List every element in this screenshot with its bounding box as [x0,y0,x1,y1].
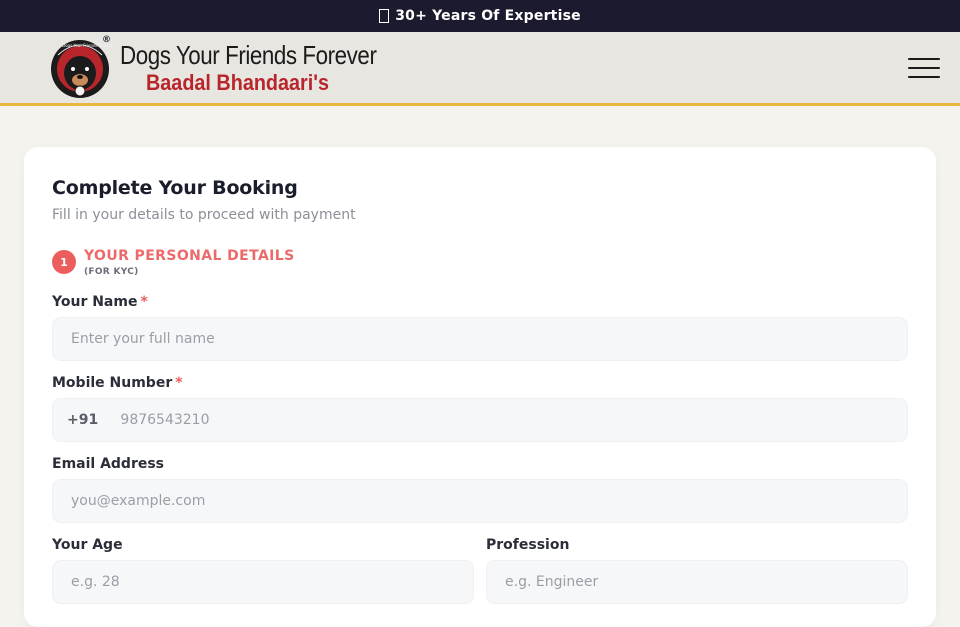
site-header: ® Dogs Your Friends Forever Dogs Your Fr… [0,32,960,106]
mobile-input-wrapper: +91 [52,398,908,442]
name-input[interactable] [52,317,908,361]
age-label: Your Age [52,537,123,553]
step-number-badge: 1 [52,250,76,274]
email-field-group: Email Address [52,456,908,523]
email-input[interactable] [52,479,908,523]
mobile-field-group: Mobile Number * +91 [52,375,908,442]
dog-logo-icon: ® Dogs Your Friends Forever [48,35,114,99]
medal-icon [379,9,390,23]
mobile-input[interactable] [120,399,907,441]
name-label: Your Name * [52,294,148,310]
email-label: Email Address [52,456,165,472]
required-marker: * [140,294,148,310]
age-field-group: Your Age [52,537,474,604]
section-note: (FOR KYC) [84,267,139,277]
profession-input[interactable] [486,560,908,604]
logo-title: Dogs Your Friends Forever [120,39,377,70]
profession-field-group: Profession [486,537,908,604]
booking-form-card: Complete Your Booking Fill in your detai… [24,147,936,627]
form-title: Complete Your Booking [52,177,298,199]
promo-text: 30+ Years Of Expertise [395,8,581,24]
section-title: YOUR PERSONAL DETAILS [84,248,295,264]
promo-bar: 30+ Years Of Expertise [0,0,960,32]
logo-subtitle: Baadal Bhandaari's [146,69,329,95]
required-marker: * [175,375,183,391]
mobile-label: Mobile Number * [52,375,183,391]
country-code-prefix: +91 [67,412,99,428]
section-header: 1 YOUR PERSONAL DETAILS (FOR KYC) [52,248,908,277]
hamburger-menu-icon[interactable] [908,54,940,82]
profession-label: Profession [486,537,570,553]
logo-ring-text: Dogs Your Friends Forever [62,42,114,48]
brand-logo[interactable]: ® Dogs Your Friends Forever Dogs Your Fr… [48,35,418,99]
form-subtitle: Fill in your details to proceed with pay… [52,207,356,223]
name-field-group: Your Name * [52,294,908,361]
age-input[interactable] [52,560,474,604]
